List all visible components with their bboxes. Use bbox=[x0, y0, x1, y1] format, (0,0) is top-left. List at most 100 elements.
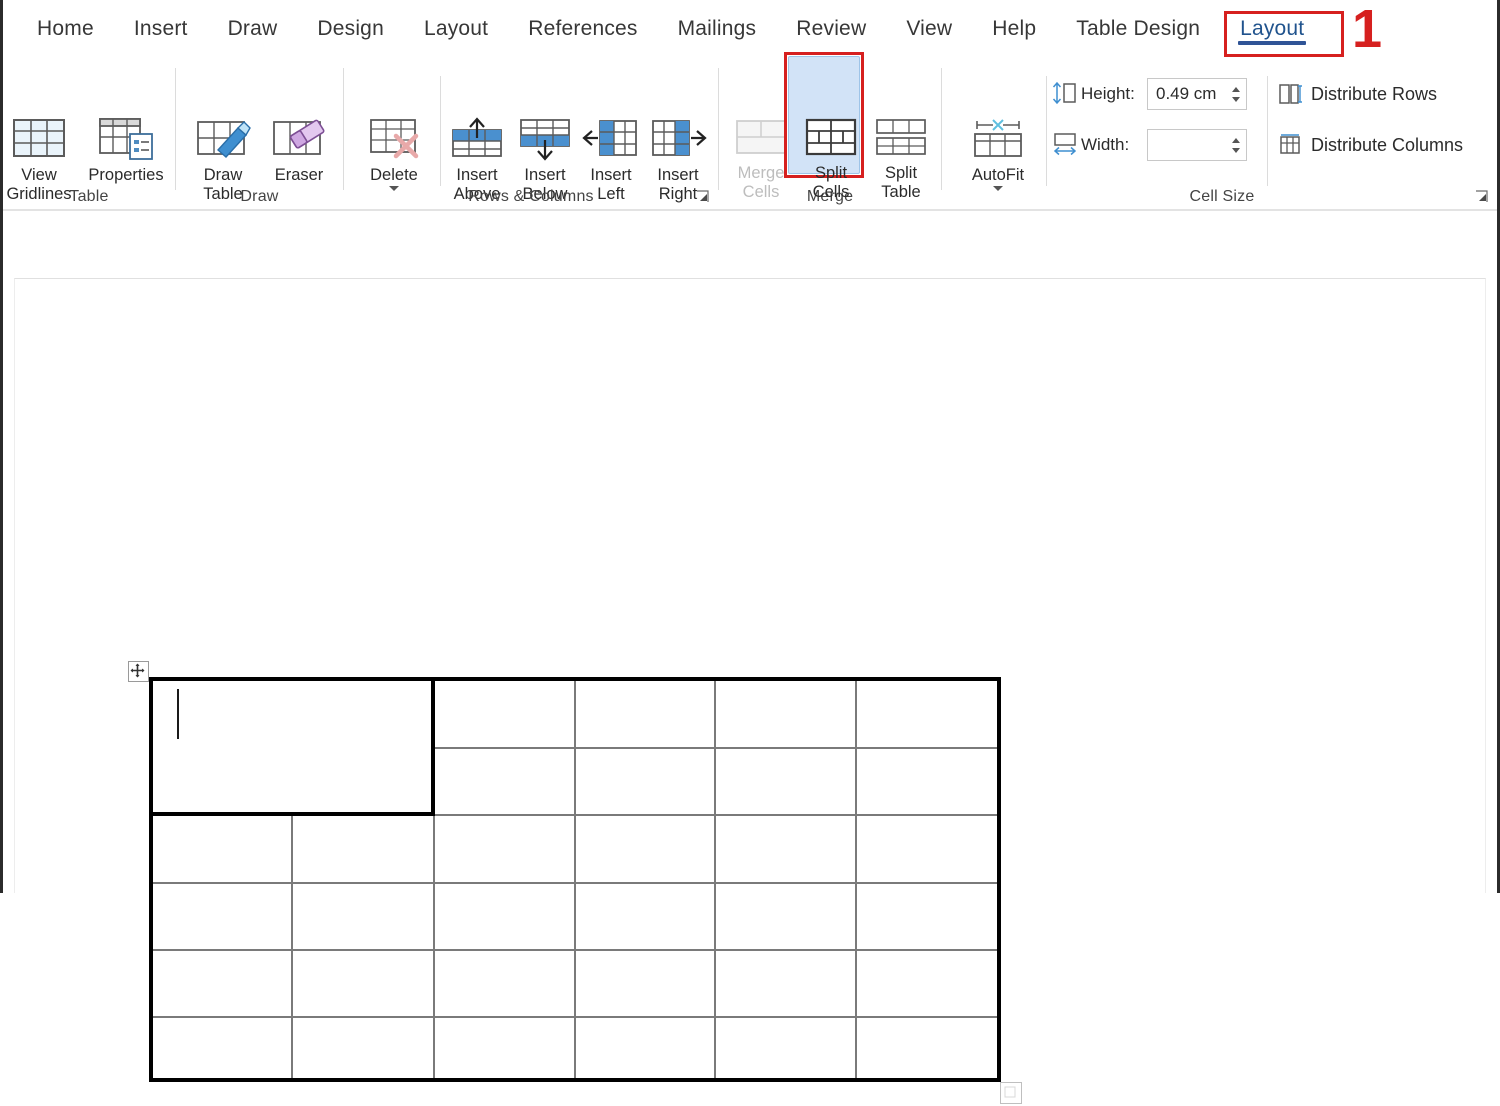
tab-label: Review bbox=[796, 17, 867, 40]
insert-row-above-icon bbox=[452, 117, 502, 157]
split-cells-icon bbox=[805, 118, 857, 156]
merge-cells-icon bbox=[736, 120, 786, 154]
tab-label: Layout bbox=[1240, 17, 1305, 40]
distribute-columns-button[interactable]: Distribute Columns bbox=[1278, 133, 1463, 157]
tab-table-design[interactable]: Table Design bbox=[1056, 11, 1220, 47]
ribbon-group-table: View Gridlines Properties Table bbox=[3, 58, 175, 210]
height-value: 0.49 cm bbox=[1156, 84, 1217, 103]
button-label: Properties bbox=[88, 166, 164, 184]
cell-size-inner-separator-2 bbox=[1267, 76, 1268, 186]
delete-button[interactable]: Delete bbox=[354, 116, 434, 191]
split-table-icon bbox=[876, 119, 926, 155]
table-resize-handle-icon bbox=[1004, 1086, 1016, 1098]
height-input[interactable]: 0.49 cm bbox=[1147, 78, 1247, 110]
button-label: Split Cells bbox=[812, 164, 850, 201]
tab-view[interactable]: View bbox=[886, 11, 972, 47]
height-stepper[interactable] bbox=[1228, 79, 1244, 109]
cell-size-inner-separator bbox=[1046, 76, 1047, 186]
button-label: Delete bbox=[370, 166, 418, 184]
table-gridline bbox=[714, 679, 716, 1080]
autofit-icon bbox=[974, 119, 1022, 157]
insert-column-right-icon bbox=[652, 120, 707, 156]
group-label-rows-columns: Rows & Columns bbox=[468, 188, 594, 205]
table-move-handle[interactable] bbox=[128, 661, 149, 682]
chevron-down-icon[interactable] bbox=[993, 186, 1003, 191]
group-label-cell-size: Cell Size bbox=[1189, 188, 1255, 205]
autofit-button[interactable]: AutoFit bbox=[960, 116, 1036, 191]
tab-design[interactable]: Design bbox=[297, 11, 404, 47]
annotation-marker-1: 1 bbox=[1352, 0, 1383, 59]
table-resize-handle[interactable] bbox=[1000, 1082, 1022, 1104]
rows-columns-dialog-launcher[interactable] bbox=[695, 189, 710, 204]
tab-home[interactable]: Home bbox=[17, 11, 114, 47]
group-inner-separator bbox=[440, 76, 441, 186]
ribbon: View Gridlines Properties Table Draw Tab… bbox=[3, 58, 1497, 210]
document-area[interactable] bbox=[3, 211, 1497, 1104]
tab-label: Table Design bbox=[1076, 17, 1201, 40]
active-tab-underline bbox=[1238, 41, 1307, 45]
table-gridline bbox=[151, 949, 1001, 951]
group-label-draw: Draw bbox=[240, 188, 279, 205]
tab-insert[interactable]: Insert bbox=[114, 11, 208, 47]
table-gridline bbox=[855, 679, 857, 1080]
height-icon bbox=[1052, 81, 1076, 105]
eraser-button[interactable]: Eraser bbox=[264, 116, 334, 185]
distribute-rows-icon bbox=[1279, 84, 1302, 104]
table-outer-border-right bbox=[997, 677, 1001, 1082]
tab-label: Design bbox=[317, 17, 384, 40]
tab-review[interactable]: Review bbox=[776, 11, 886, 47]
tab-label: References bbox=[528, 17, 638, 40]
text-cursor bbox=[177, 689, 179, 739]
selected-cell-border-bottom bbox=[151, 812, 435, 816]
selected-cell-border-right bbox=[431, 677, 435, 816]
distribute-columns-icon bbox=[1280, 134, 1300, 154]
table-gridline bbox=[291, 814, 293, 1080]
eraser-icon bbox=[273, 119, 325, 155]
ribbon-group-draw: Draw Table Eraser Draw bbox=[176, 58, 343, 210]
table-move-handle-icon bbox=[130, 663, 145, 678]
insert-row-below-icon bbox=[520, 119, 570, 161]
tab-layout[interactable]: Layout bbox=[404, 11, 508, 47]
width-stepper[interactable] bbox=[1228, 130, 1244, 160]
tab-label: View bbox=[906, 17, 953, 40]
tab-table-layout[interactable]: Layout bbox=[1220, 11, 1324, 47]
width-icon bbox=[1053, 133, 1077, 156]
button-label: AutoFit bbox=[971, 166, 1025, 184]
dialog-launcher-icon bbox=[1476, 190, 1488, 202]
insert-column-left-icon bbox=[582, 120, 637, 156]
distribute-columns-label: Distribute Columns bbox=[1311, 134, 1464, 155]
table-gridline bbox=[574, 679, 576, 1080]
ribbon-tab-list: Home Insert Draw Design Layout Reference… bbox=[3, 0, 1497, 58]
dialog-launcher-icon bbox=[697, 190, 709, 202]
tab-label: Insert bbox=[133, 17, 188, 40]
table-outer-border-top bbox=[151, 677, 1001, 681]
height-label: Height: bbox=[1081, 84, 1135, 103]
table-gridlines-icon bbox=[13, 119, 65, 157]
table-outer-border-left bbox=[149, 677, 153, 1082]
word-window: Home Insert Draw Design Layout Reference… bbox=[0, 0, 1500, 1104]
tab-mailings[interactable]: Mailings bbox=[658, 11, 777, 47]
width-input[interactable] bbox=[1147, 129, 1247, 161]
table-outer-border-bottom bbox=[151, 1078, 1001, 1082]
delete-table-icon bbox=[370, 119, 419, 159]
split-cells-button[interactable]: Split Cells bbox=[799, 116, 863, 202]
ribbon-group-rows-columns: Delete Insert Above Insert Below Insert … bbox=[344, 58, 718, 210]
tab-label: Layout bbox=[423, 17, 489, 40]
distribute-rows-button[interactable]: Distribute Rows bbox=[1278, 82, 1437, 106]
tab-help[interactable]: Help bbox=[972, 11, 1056, 47]
button-label: Eraser bbox=[274, 166, 324, 184]
group-label-table: Table bbox=[69, 188, 109, 205]
ribbon-tab-bar: Home Insert Draw Design Layout Reference… bbox=[3, 0, 1497, 58]
tab-label: Draw bbox=[227, 17, 278, 40]
table-gridline bbox=[151, 882, 1001, 884]
tab-label: Help bbox=[992, 17, 1037, 40]
tab-label: Home bbox=[37, 17, 94, 40]
table-gridline bbox=[433, 747, 1001, 749]
ribbon-group-cell-size: AutoFit Height: 0.49 cm Width: Distribut… bbox=[942, 58, 1497, 210]
table-properties-icon bbox=[99, 118, 153, 160]
document-page[interactable] bbox=[14, 278, 1486, 1104]
table-properties-button[interactable]: Properties bbox=[81, 116, 171, 185]
tab-references[interactable]: References bbox=[508, 11, 657, 47]
cell-size-dialog-launcher[interactable] bbox=[1474, 189, 1489, 204]
tab-draw[interactable]: Draw bbox=[208, 11, 298, 47]
